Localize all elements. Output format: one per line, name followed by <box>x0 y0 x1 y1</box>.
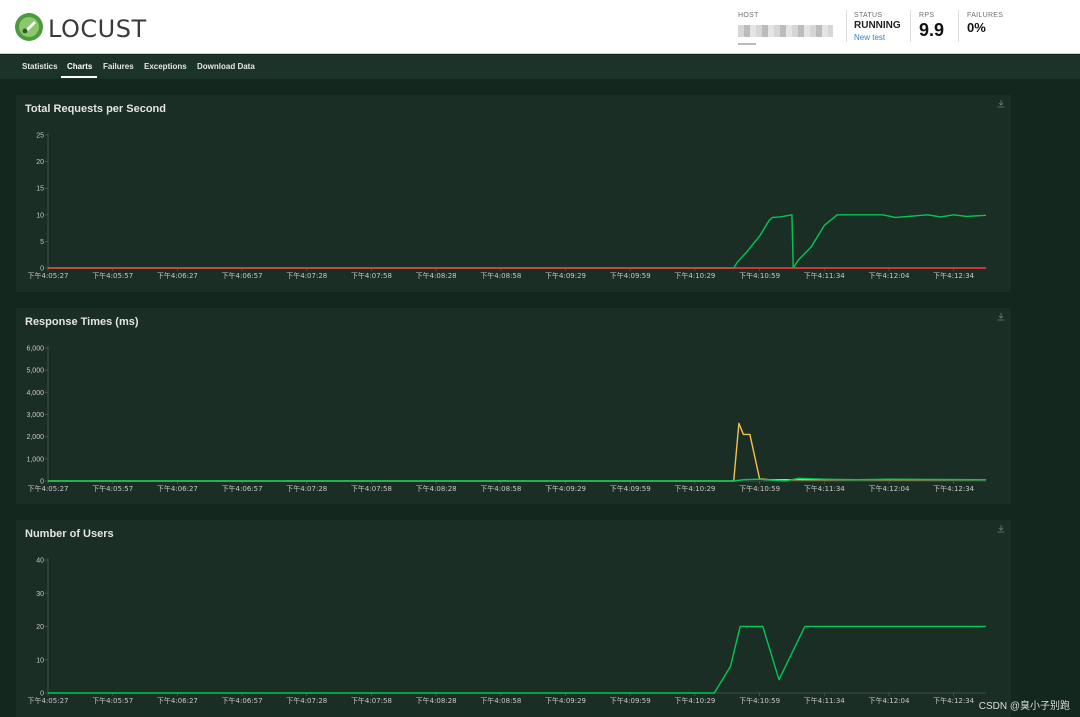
active-tab-indicator <box>61 76 97 78</box>
tab-statistics[interactable]: Statistics <box>22 62 58 71</box>
x-tick-label: 下午4:05:27 <box>28 484 69 493</box>
host-value-redacted-line <box>738 43 756 45</box>
y-tick-label: 5 <box>40 239 44 246</box>
y-tick-label: 6,000 <box>26 346 44 353</box>
main-nav: Statistics Charts Failures Exceptions Do… <box>0 55 1080 79</box>
x-tick-label: 下午4:07:28 <box>286 484 327 493</box>
x-tick-label: 下午4:08:28 <box>416 271 457 280</box>
header-divider <box>910 10 911 42</box>
x-tick-label: 下午4:12:04 <box>868 484 910 493</box>
y-tick-label: 20 <box>36 624 44 631</box>
x-tick-label: 下午4:05:27 <box>28 271 69 280</box>
x-tick-label: 下午4:10:59 <box>739 271 780 280</box>
chart-panel-number-of-users: Number of Users 0 10 20 30 40 下午4:05:27 下午4:05… <box>16 520 1011 717</box>
x-tick-label: 下午4:05:57 <box>92 484 133 493</box>
users-chart-svg: 010203040下午4:05:27 下午4:05:57 下午4:06:27 下午4:… <box>28 558 986 705</box>
x-tick-label: 下午4:10:29 <box>674 271 715 280</box>
x-tick-label: 下午4:06:57 <box>222 271 263 280</box>
y-tick-label: 5,000 <box>26 368 44 375</box>
chart-panel-requests-per-second: Total Requests per Second 0 5 10 15 20 25 下午4:… <box>16 95 1011 292</box>
x-tick-label: 下午4:06:27 <box>157 271 198 280</box>
status-stat: STATUS RUNNING New test <box>854 12 901 42</box>
rps-label: RPS <box>919 12 935 19</box>
x-tick-label: 下午4:08:28 <box>416 484 457 493</box>
y-tick-label: 2,000 <box>26 434 44 441</box>
y-tick-label: 10 <box>36 212 44 219</box>
y-tick-label: 20 <box>36 159 44 166</box>
x-tick-label: 下午4:07:28 <box>286 271 327 280</box>
series-line <box>48 214 987 269</box>
x-tick-label: 下午4:07:58 <box>351 271 392 280</box>
x-tick-label: 下午4:10:29 <box>674 484 715 493</box>
app-logo-text: LOCUST <box>48 15 147 43</box>
rps-stat: RPS 9.9 <box>919 12 944 41</box>
failures-stat: FAILURES 0% <box>967 12 1003 35</box>
x-tick-label: 下午4:11:34 <box>804 696 846 705</box>
x-tick-label: 下午4:08:58 <box>480 696 521 705</box>
y-tick-label: 10 <box>36 657 44 664</box>
x-tick-label: 下午4:06:57 <box>222 484 263 493</box>
series-line <box>48 422 986 482</box>
x-tick-label: 下午4:09:59 <box>610 271 651 280</box>
y-tick-label: 15 <box>36 186 44 193</box>
header-divider <box>958 10 959 42</box>
y-tick-label: 25 <box>36 133 44 140</box>
x-tick-label: 下午4:09:29 <box>545 271 586 280</box>
x-tick-label: 下午4:11:34 <box>804 271 846 280</box>
x-tick-label: 下午4:12:04 <box>868 271 910 280</box>
app-header: LOCUST HOST STATUS RUNNING New test RPS … <box>0 0 1080 54</box>
watermark-text: CSDN @臭小子别跑 <box>978 701 1070 712</box>
new-test-link[interactable]: New test <box>854 33 901 42</box>
failures-value: 0% <box>967 20 986 35</box>
x-tick-label: 下午4:07:58 <box>351 696 392 705</box>
y-tick-label: 30 <box>36 591 44 598</box>
x-tick-label: 下午4:10:59 <box>739 696 780 705</box>
tab-exceptions[interactable]: Exceptions <box>144 62 187 71</box>
x-tick-label: 下午4:09:29 <box>545 484 586 493</box>
x-tick-label: 下午4:06:57 <box>222 696 263 705</box>
status-value: RUNNING <box>854 20 901 31</box>
y-tick-label: 3,000 <box>26 412 44 419</box>
locust-logo-icon <box>15 13 43 41</box>
x-tick-label: 下午4:09:59 <box>610 484 651 493</box>
rps-value: 9.9 <box>919 20 945 40</box>
y-tick-label: 4,000 <box>26 390 44 397</box>
x-tick-label: 下午4:12:34 <box>933 484 975 493</box>
series-line <box>48 625 986 694</box>
failures-label: FAILURES <box>967 12 1004 19</box>
host-label: HOST <box>738 12 759 19</box>
x-tick-label: 下午4:10:59 <box>739 484 780 493</box>
x-tick-label: 下午4:08:58 <box>480 484 521 493</box>
x-tick-label: 下午4:06:27 <box>157 696 198 705</box>
x-tick-label: 下午4:08:58 <box>480 271 521 280</box>
x-tick-label: 下午4:05:27 <box>28 696 69 705</box>
tab-download-data[interactable]: Download Data <box>197 62 255 71</box>
header-divider <box>846 10 847 42</box>
chart-panel-response-times: Response Times (ms) 0 1,000 2,000 3,000 4,00… <box>16 308 1011 504</box>
tab-failures[interactable]: Failures <box>103 62 134 71</box>
host-stat: HOST <box>738 12 833 45</box>
x-tick-label: 下午4:07:58 <box>351 484 392 493</box>
x-tick-label: 下午4:10:29 <box>674 696 715 705</box>
x-tick-label: 下午4:07:28 <box>286 696 327 705</box>
tab-charts[interactable]: Charts <box>67 62 92 71</box>
x-tick-label: 下午4:08:28 <box>416 696 457 705</box>
x-tick-label: 下午4:05:57 <box>92 271 133 280</box>
requests-chart-svg: 0510152025下午4:05:27 下午4:05:57 下午4:06:27 下午4… <box>28 133 987 280</box>
status-label: STATUS <box>854 12 883 19</box>
x-tick-label: 下午4:12:34 <box>933 696 975 705</box>
x-tick-label: 下午4:12:04 <box>868 696 910 705</box>
y-tick-label: 1,000 <box>26 456 44 463</box>
response-times-chart-svg: 01,0002,0003,0004,0005,0006,000下午4:05:27… <box>26 346 987 493</box>
x-tick-label: 下午4:06:27 <box>157 484 198 493</box>
host-value-redacted <box>738 25 833 37</box>
x-tick-label: 下午4:09:59 <box>610 696 651 705</box>
x-tick-label: 下午4:05:57 <box>92 696 133 705</box>
x-tick-label: 下午4:09:29 <box>545 696 586 705</box>
x-tick-label: 下午4:12:34 <box>933 271 975 280</box>
y-tick-label: 40 <box>36 558 44 565</box>
x-tick-label: 下午4:11:34 <box>804 484 846 493</box>
